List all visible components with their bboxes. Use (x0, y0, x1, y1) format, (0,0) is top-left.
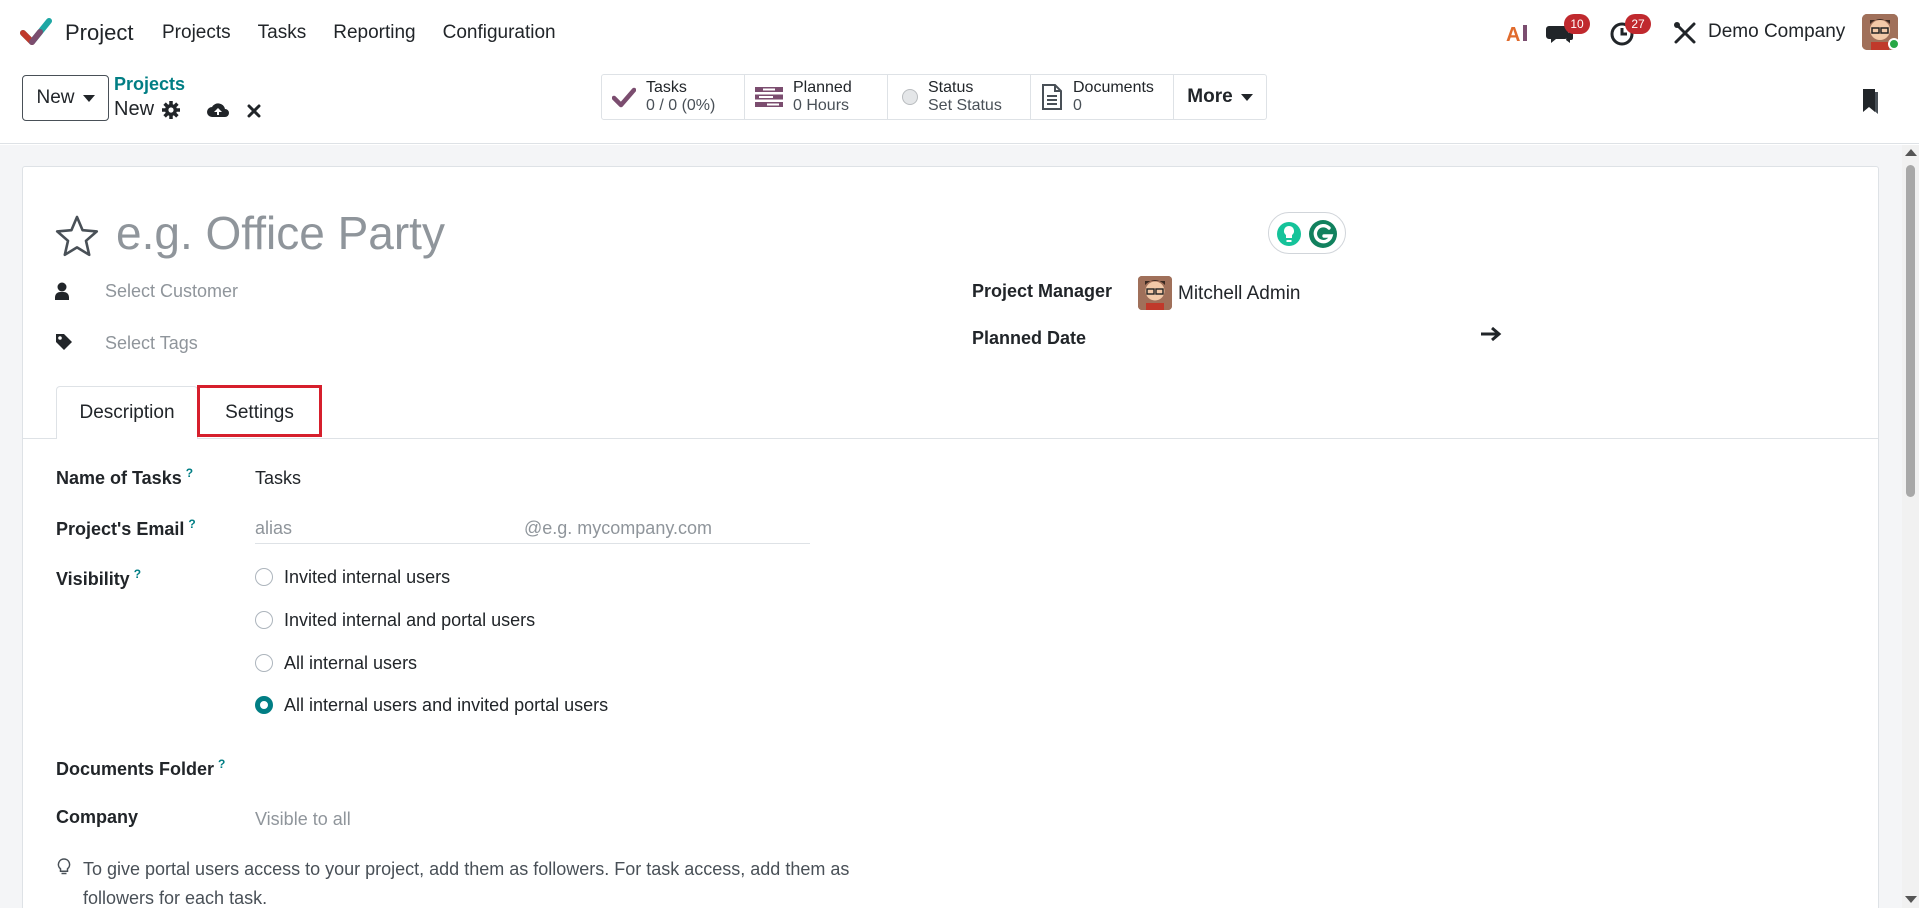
project-email-label: Project's Email? (56, 517, 196, 539)
tasks-smart-button[interactable]: Tasks 0 / 0 (0%) (601, 74, 745, 120)
project-app-logo-icon[interactable] (20, 16, 52, 48)
status-circle-icon (902, 89, 918, 105)
activities-count-badge: 27 (1625, 14, 1651, 34)
form-sheet (22, 166, 1879, 908)
grammarly-icon (1277, 220, 1337, 248)
scrollbar-thumb[interactable] (1906, 165, 1915, 497)
check-icon (612, 87, 636, 108)
tasks-value: 0 / 0 (0%) (646, 97, 716, 114)
name-of-tasks-label: Name of Tasks? (56, 466, 194, 488)
portal-access-hint: To give portal users access to your proj… (83, 859, 850, 908)
visibility-option-all-internal[interactable]: All internal users (284, 653, 417, 674)
menu-item-configuration[interactable]: Configuration (443, 22, 556, 44)
scroll-down-arrow-icon[interactable] (1905, 896, 1917, 903)
status-value: Set Status (928, 97, 1002, 114)
menu-item-tasks[interactable]: Tasks (258, 22, 307, 44)
help-tooltip-icon[interactable]: ? (188, 517, 195, 531)
company-input[interactable]: Visible to all (255, 809, 351, 830)
planned-smart-button[interactable]: Planned 0 Hours (745, 74, 888, 120)
visibility-option-invited-internal-portal[interactable]: Invited internal and portal users (284, 610, 535, 631)
discard-close-icon[interactable] (246, 103, 262, 119)
documents-smart-button[interactable]: Documents 0 (1031, 74, 1174, 120)
visibility-radio-invited-internal-portal[interactable] (255, 611, 273, 629)
visibility-option-invited-internal[interactable]: Invited internal users (284, 567, 450, 588)
visibility-radio-all-internal[interactable] (255, 654, 273, 672)
grammarly-widget[interactable] (1268, 212, 1346, 254)
tasks-label: Tasks (646, 79, 687, 96)
email-underline (255, 543, 810, 544)
company-switcher[interactable]: Demo Company (1708, 21, 1845, 43)
menu-item-projects[interactable]: Projects (162, 22, 231, 44)
tag-icon (56, 334, 72, 350)
company-label: Company (56, 807, 139, 827)
more-label: More (1187, 86, 1233, 107)
help-tooltip-icon[interactable]: ? (218, 757, 225, 771)
ai-icon[interactable]: A (1504, 18, 1534, 48)
main-menu: Projects Tasks Reporting Configuration (162, 22, 556, 44)
email-alias-input[interactable]: alias (255, 518, 292, 539)
planned-value: 0 Hours (793, 97, 850, 114)
svg-text:A: A (1506, 24, 1520, 46)
bookmark-icon[interactable] (1860, 88, 1880, 114)
help-tooltip-icon[interactable]: ? (134, 567, 141, 581)
messages-count-badge: 10 (1564, 14, 1590, 34)
control-panel: New Projects New Tasks 0 / 0 (0%) Planne… (0, 64, 1919, 144)
tab-description[interactable]: Description (56, 386, 198, 439)
tab-description-label: Description (79, 402, 175, 423)
help-tooltip-icon[interactable]: ? (186, 466, 193, 480)
planned-date-label: Planned Date (972, 328, 1087, 348)
favorite-star-icon[interactable] (55, 214, 99, 258)
planned-label: Planned (793, 79, 852, 96)
visibility-option-all-internal-invited-portal[interactable]: All internal users and invited portal us… (284, 695, 608, 716)
status-smart-button[interactable]: Status Set Status (888, 74, 1031, 120)
project-manager-avatar (1138, 276, 1172, 310)
new-button[interactable]: New (22, 75, 109, 121)
visibility-radio-invited-internal[interactable] (255, 568, 273, 586)
visibility-label: Visibility? (56, 567, 142, 589)
debug-tools-icon[interactable] (1670, 18, 1700, 48)
more-dropdown-button[interactable]: More (1174, 74, 1267, 120)
document-icon (1042, 84, 1062, 110)
scroll-up-arrow-icon[interactable] (1905, 149, 1917, 156)
smart-buttons: Tasks 0 / 0 (0%) Planned 0 Hours Status (601, 74, 1267, 120)
name-of-tasks-input[interactable]: Tasks (255, 468, 301, 489)
breadcrumb-parent[interactable]: Projects (114, 74, 185, 95)
gear-icon[interactable] (161, 100, 181, 120)
project-manager-value[interactable]: Mitchell Admin (1178, 283, 1301, 305)
user-icon (55, 282, 69, 300)
email-domain-input[interactable]: @e.g. mycompany.com (524, 518, 712, 539)
documents-folder-label: Documents Folder? (56, 757, 226, 779)
status-label: Status (928, 79, 974, 96)
project-name-input[interactable]: e.g. Office Party (116, 206, 445, 260)
online-status-dot (1888, 38, 1900, 50)
menu-item-reporting[interactable]: Reporting (333, 22, 415, 44)
caret-down-icon (82, 94, 95, 102)
new-button-label: New (36, 87, 75, 108)
caret-down-icon (1240, 93, 1253, 101)
save-cloud-icon[interactable] (206, 99, 230, 119)
settings-tab-highlight (197, 385, 322, 437)
app-name[interactable]: Project (65, 20, 133, 46)
breadcrumb-current: New (114, 98, 155, 120)
documents-label: Documents (1073, 79, 1154, 96)
visibility-radio-all-internal-invited-portal[interactable] (255, 696, 273, 714)
project-manager-label: Project Manager (972, 281, 1113, 301)
gantt-icon (755, 87, 783, 107)
lightbulb-icon (57, 858, 71, 875)
tags-input[interactable]: Select Tags (105, 333, 198, 354)
customer-input[interactable]: Select Customer (105, 281, 238, 302)
top-navbar: Project Projects Tasks Reporting Configu… (0, 0, 1919, 64)
documents-value: 0 (1073, 97, 1082, 114)
arrow-right-icon (1481, 326, 1502, 342)
